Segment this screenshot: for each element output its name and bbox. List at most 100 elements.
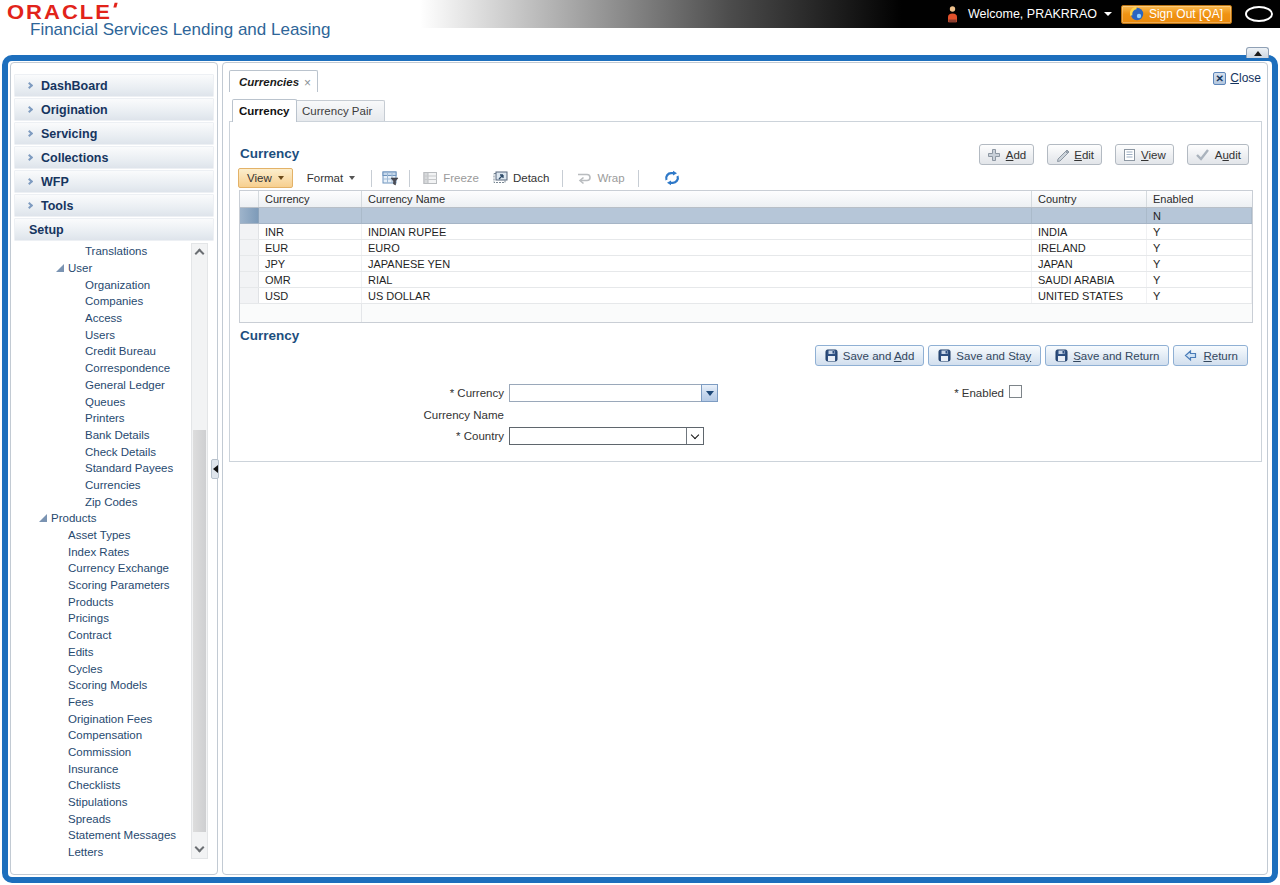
column-header-currency-name[interactable]: Currency Name xyxy=(362,191,1032,207)
refresh-icon[interactable] xyxy=(663,170,681,186)
cell: N xyxy=(1147,208,1252,223)
wrap-button[interactable]: Wrap xyxy=(573,171,627,185)
view-menu-button[interactable]: View xyxy=(238,168,293,188)
sidebar-item-collections[interactable]: Collections xyxy=(14,146,214,169)
tree-item-compensation[interactable]: Compensation xyxy=(11,727,217,744)
column-header-enabled[interactable]: Enabled xyxy=(1147,191,1252,207)
tree-item-credit-bureau[interactable]: Credit Bureau xyxy=(11,343,217,360)
sidebar-item-origination[interactable]: Origination xyxy=(14,98,214,121)
tree-item-commission[interactable]: Commission xyxy=(11,744,217,761)
table-row[interactable]: USDUS DOLLARUNITED STATESY xyxy=(240,288,1252,304)
table-row[interactable]: EUREUROIRELANDY xyxy=(240,240,1252,256)
scroll-up-icon[interactable] xyxy=(195,249,205,259)
status-oval-icon[interactable] xyxy=(1245,6,1273,22)
tree-item-access[interactable]: Access xyxy=(11,310,217,327)
tree-item-queues[interactable]: Queues xyxy=(11,393,217,410)
tree-item-edits[interactable]: Edits xyxy=(11,644,217,661)
scrollbar-thumb[interactable] xyxy=(193,430,206,832)
close-icon[interactable]: ✕ xyxy=(1213,72,1226,85)
scroll-down-icon[interactable] xyxy=(195,843,205,853)
triangle-left-icon xyxy=(213,465,218,473)
column-header-country[interactable]: Country xyxy=(1032,191,1147,207)
tree-item-products[interactable]: Products xyxy=(11,593,217,610)
tree-item-standard-payees[interactable]: Standard Payees xyxy=(11,460,217,477)
welcome-menu[interactable]: Welcome, PRAKRRAO xyxy=(968,7,1112,21)
tree-item-currencies[interactable]: Currencies xyxy=(11,477,217,494)
tab-currency[interactable]: Currency xyxy=(232,99,297,122)
close-label[interactable]: Close xyxy=(1230,71,1261,85)
tree-item-user[interactable]: User xyxy=(11,260,217,277)
tree-item-checklists[interactable]: Checklists xyxy=(11,777,217,794)
tree-item-translations[interactable]: Translations xyxy=(11,243,217,260)
document-icon xyxy=(1123,148,1136,162)
column-header-currency[interactable]: Currency xyxy=(259,191,362,207)
tree-item-fees[interactable]: Fees xyxy=(11,694,217,711)
tab-close-icon[interactable]: × xyxy=(304,76,311,90)
select-arrow-button[interactable] xyxy=(686,428,703,444)
tree-item-cycles[interactable]: Cycles xyxy=(11,660,217,677)
tab-currency-pair[interactable]: Currency Pair xyxy=(289,100,385,121)
tree-item-origination-fees[interactable]: Origination Fees xyxy=(11,710,217,727)
tree-item-pricings[interactable]: Pricings xyxy=(11,610,217,627)
collapse-header-button[interactable] xyxy=(1246,47,1269,58)
tree-item-companies[interactable]: Companies xyxy=(11,293,217,310)
sidebar-item-servicing[interactable]: Servicing xyxy=(14,122,214,145)
sign-out-button[interactable]: Sign Out [QA] xyxy=(1121,5,1232,24)
sidebar-item-setup[interactable]: Setup xyxy=(14,218,214,241)
add-button[interactable]: Add xyxy=(979,144,1034,165)
tree-item-users[interactable]: Users xyxy=(11,326,217,343)
tree-item-label: Compensation xyxy=(68,729,142,741)
sidebar-item-wfp[interactable]: WFP xyxy=(14,170,214,193)
tree-item-index-rates[interactable]: Index Rates xyxy=(11,543,217,560)
save-and-stay-button[interactable]: Save and Stay xyxy=(928,345,1041,366)
audit-button[interactable]: Audit xyxy=(1187,144,1249,165)
sidebar-collapse-handle[interactable] xyxy=(211,459,219,479)
tree-item-letters[interactable]: Letters xyxy=(11,844,217,861)
close-control[interactable]: ✕ Close xyxy=(1213,71,1261,85)
edit-button[interactable]: Edit xyxy=(1047,144,1102,165)
tree-item-contract[interactable]: Contract xyxy=(11,627,217,644)
tree-item-correspondence[interactable]: Correspondence xyxy=(11,360,217,377)
query-by-example-icon[interactable] xyxy=(382,170,399,186)
tree-item-general-ledger[interactable]: General Ledger xyxy=(11,377,217,394)
table-row-selected[interactable]: N xyxy=(240,208,1252,224)
tree-item-scoring-parameters[interactable]: Scoring Parameters xyxy=(11,577,217,594)
tree-item-insurance[interactable]: Insurance xyxy=(11,760,217,777)
save-and-return-button[interactable]: Save and Return xyxy=(1045,345,1169,366)
view-button[interactable]: View xyxy=(1115,144,1174,165)
node-expanded-icon[interactable] xyxy=(56,264,64,272)
country-select[interactable] xyxy=(509,427,704,445)
format-menu-button[interactable]: Format xyxy=(301,172,361,184)
tree-item-label: Index Rates xyxy=(68,546,129,558)
tree-scrollbar[interactable] xyxy=(191,243,208,859)
sidebar-item-dashboard[interactable]: DashBoard xyxy=(14,74,214,97)
table-row[interactable]: INRINDIAN RUPEEINDIAY xyxy=(240,224,1252,240)
tree-item-asset-types[interactable]: Asset Types xyxy=(11,527,217,544)
freeze-button[interactable]: Freeze xyxy=(420,171,482,185)
currency-input[interactable] xyxy=(509,384,702,402)
return-button[interactable]: Return xyxy=(1173,345,1248,366)
enabled-checkbox[interactable] xyxy=(1009,385,1022,398)
document-tab-currencies[interactable]: Currencies × xyxy=(229,70,318,92)
tree-item-organization[interactable]: Organization xyxy=(11,276,217,293)
tree-item-spreads[interactable]: Spreads xyxy=(11,810,217,827)
node-expanded-icon[interactable] xyxy=(39,514,47,522)
tree-item-currency-exchange[interactable]: Currency Exchange xyxy=(11,560,217,577)
tree-item-scoring-models[interactable]: Scoring Models xyxy=(11,677,217,694)
currency-combobox[interactable] xyxy=(509,384,718,402)
tree-item-printers[interactable]: Printers xyxy=(11,410,217,427)
tree-item-label: Checklists xyxy=(68,779,120,791)
table-row[interactable]: OMRRIALSAUDI ARABIAY xyxy=(240,272,1252,288)
sidebar-item-tools[interactable]: Tools xyxy=(14,194,214,217)
tree-item-check-details[interactable]: Check Details xyxy=(11,443,217,460)
table-row[interactable]: JPYJAPANESE YENJAPANY xyxy=(240,256,1252,272)
tree-item-statement-messages[interactable]: Statement Messages xyxy=(11,827,217,844)
tree-item-bank-details[interactable]: Bank Details xyxy=(11,427,217,444)
tree-item-stipulations[interactable]: Stipulations xyxy=(11,794,217,811)
tree-item-zip-codes[interactable]: Zip Codes xyxy=(11,493,217,510)
detach-button[interactable]: Detach xyxy=(490,171,552,185)
tree-item-products[interactable]: Products xyxy=(11,510,217,527)
save-and-add-button[interactable]: Save and Add xyxy=(815,345,925,366)
dropdown-button[interactable] xyxy=(701,384,718,402)
enabled-field-label: * Enabled xyxy=(824,387,1004,399)
